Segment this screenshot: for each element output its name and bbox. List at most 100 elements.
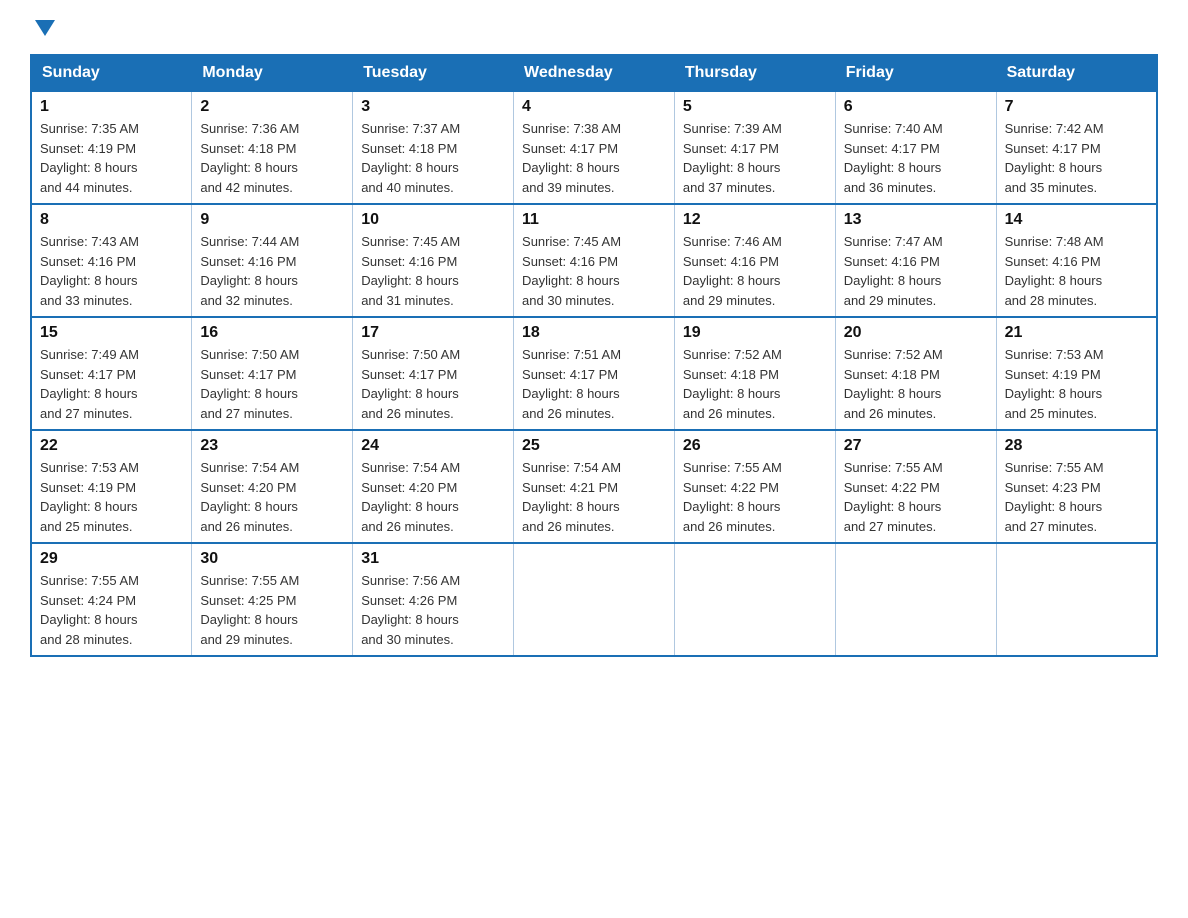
day-info: Sunrise: 7:55 AMSunset: 4:22 PMDaylight:… bbox=[844, 458, 988, 536]
calendar-cell: 21 Sunrise: 7:53 AMSunset: 4:19 PMDayligh… bbox=[996, 317, 1157, 430]
logo-triangle-icon bbox=[35, 20, 55, 36]
day-number: 21 bbox=[1005, 324, 1148, 342]
day-number: 16 bbox=[200, 324, 344, 342]
calendar-cell: 12 Sunrise: 7:46 AMSunset: 4:16 PMDayligh… bbox=[674, 204, 835, 317]
day-info: Sunrise: 7:42 AMSunset: 4:17 PMDaylight:… bbox=[1005, 119, 1148, 197]
day-info: Sunrise: 7:55 AMSunset: 4:25 PMDaylight:… bbox=[200, 571, 344, 649]
day-info: Sunrise: 7:38 AMSunset: 4:17 PMDaylight:… bbox=[522, 119, 666, 197]
day-number: 7 bbox=[1005, 98, 1148, 116]
day-number: 2 bbox=[200, 98, 344, 116]
calendar-cell: 28Sunrise: 7:55 AMSunset: 4:23 PMDayligh… bbox=[996, 430, 1157, 543]
day-number: 8 bbox=[40, 211, 183, 229]
logo-blue-text bbox=[30, 20, 55, 36]
day-info: Sunrise: 7:50 AMSunset: 4:17 PMDaylight:… bbox=[200, 345, 344, 423]
day-number: 1 bbox=[40, 98, 183, 116]
day-number: 19 bbox=[683, 324, 827, 342]
calendar-table: SundayMondayTuesdayWednesdayThursdayFrid… bbox=[30, 54, 1158, 657]
calendar-cell: 19 Sunrise: 7:52 AMSunset: 4:18 PMDayligh… bbox=[674, 317, 835, 430]
day-number: 6 bbox=[844, 98, 988, 116]
calendar-header-saturday: Saturday bbox=[996, 55, 1157, 91]
day-number: 14 bbox=[1005, 211, 1148, 229]
day-number: 29 bbox=[40, 550, 183, 568]
calendar-cell: 10 Sunrise: 7:45 AMSunset: 4:16 PMDayligh… bbox=[353, 204, 514, 317]
day-number: 27 bbox=[844, 437, 988, 455]
day-number: 31 bbox=[361, 550, 505, 568]
day-info: Sunrise: 7:50 AMSunset: 4:17 PMDaylight:… bbox=[361, 345, 505, 423]
day-info: Sunrise: 7:48 AMSunset: 4:16 PMDaylight:… bbox=[1005, 232, 1148, 310]
day-info: Sunrise: 7:47 AMSunset: 4:16 PMDaylight:… bbox=[844, 232, 988, 310]
day-number: 15 bbox=[40, 324, 183, 342]
calendar-cell bbox=[996, 543, 1157, 656]
day-number: 26 bbox=[683, 437, 827, 455]
calendar-week-row-1: 1 Sunrise: 7:35 AMSunset: 4:19 PMDaylight… bbox=[31, 91, 1157, 204]
day-info: Sunrise: 7:52 AMSunset: 4:18 PMDaylight:… bbox=[844, 345, 988, 423]
calendar-cell bbox=[835, 543, 996, 656]
calendar-cell: 30 Sunrise: 7:55 AMSunset: 4:25 PMDayligh… bbox=[192, 543, 353, 656]
calendar-cell: 3 Sunrise: 7:37 AMSunset: 4:18 PMDaylight… bbox=[353, 91, 514, 204]
day-number: 18 bbox=[522, 324, 666, 342]
calendar-cell: 13 Sunrise: 7:47 AMSunset: 4:16 PMDayligh… bbox=[835, 204, 996, 317]
calendar-cell: 5Sunrise: 7:39 AMSunset: 4:17 PMDaylight… bbox=[674, 91, 835, 204]
day-info: Sunrise: 7:52 AMSunset: 4:18 PMDaylight:… bbox=[683, 345, 827, 423]
day-number: 22 bbox=[40, 437, 183, 455]
calendar-cell: 24Sunrise: 7:54 AMSunset: 4:20 PMDayligh… bbox=[353, 430, 514, 543]
calendar-cell: 15 Sunrise: 7:49 AMSunset: 4:17 PMDayligh… bbox=[31, 317, 192, 430]
day-info: Sunrise: 7:37 AMSunset: 4:18 PMDaylight:… bbox=[361, 119, 505, 197]
day-number: 4 bbox=[522, 98, 666, 116]
day-number: 24 bbox=[361, 437, 505, 455]
page-header bbox=[30, 20, 1158, 36]
calendar-cell: 11Sunrise: 7:45 AMSunset: 4:16 PMDayligh… bbox=[514, 204, 675, 317]
calendar-header-thursday: Thursday bbox=[674, 55, 835, 91]
calendar-cell: 18 Sunrise: 7:51 AMSunset: 4:17 PMDayligh… bbox=[514, 317, 675, 430]
day-info: Sunrise: 7:54 AMSunset: 4:20 PMDaylight:… bbox=[200, 458, 344, 536]
day-info: Sunrise: 7:35 AMSunset: 4:19 PMDaylight:… bbox=[40, 119, 183, 197]
calendar-header-wednesday: Wednesday bbox=[514, 55, 675, 91]
calendar-header-tuesday: Tuesday bbox=[353, 55, 514, 91]
day-number: 13 bbox=[844, 211, 988, 229]
day-number: 17 bbox=[361, 324, 505, 342]
day-number: 28 bbox=[1005, 437, 1148, 455]
day-info: Sunrise: 7:55 AMSunset: 4:22 PMDaylight:… bbox=[683, 458, 827, 536]
calendar-cell: 2Sunrise: 7:36 AMSunset: 4:18 PMDaylight… bbox=[192, 91, 353, 204]
calendar-header-friday: Friday bbox=[835, 55, 996, 91]
day-number: 9 bbox=[200, 211, 344, 229]
day-number: 5 bbox=[683, 98, 827, 116]
day-number: 20 bbox=[844, 324, 988, 342]
day-info: Sunrise: 7:54 AMSunset: 4:21 PMDaylight:… bbox=[522, 458, 666, 536]
logo bbox=[30, 20, 55, 36]
day-number: 30 bbox=[200, 550, 344, 568]
day-number: 23 bbox=[200, 437, 344, 455]
calendar-cell: 8 Sunrise: 7:43 AMSunset: 4:16 PMDaylight… bbox=[31, 204, 192, 317]
day-info: Sunrise: 7:53 AMSunset: 4:19 PMDaylight:… bbox=[40, 458, 183, 536]
calendar-cell: 20 Sunrise: 7:52 AMSunset: 4:18 PMDayligh… bbox=[835, 317, 996, 430]
calendar-week-row-4: 22 Sunrise: 7:53 AMSunset: 4:19 PMDayligh… bbox=[31, 430, 1157, 543]
day-number: 3 bbox=[361, 98, 505, 116]
day-info: Sunrise: 7:44 AMSunset: 4:16 PMDaylight:… bbox=[200, 232, 344, 310]
day-info: Sunrise: 7:56 AMSunset: 4:26 PMDaylight:… bbox=[361, 571, 505, 649]
day-number: 12 bbox=[683, 211, 827, 229]
day-info: Sunrise: 7:55 AMSunset: 4:24 PMDaylight:… bbox=[40, 571, 183, 649]
day-number: 25 bbox=[522, 437, 666, 455]
calendar-week-row-3: 15 Sunrise: 7:49 AMSunset: 4:17 PMDayligh… bbox=[31, 317, 1157, 430]
calendar-cell: 26 Sunrise: 7:55 AMSunset: 4:22 PMDayligh… bbox=[674, 430, 835, 543]
day-info: Sunrise: 7:40 AMSunset: 4:17 PMDaylight:… bbox=[844, 119, 988, 197]
calendar-cell: 7 Sunrise: 7:42 AMSunset: 4:17 PMDaylight… bbox=[996, 91, 1157, 204]
calendar-cell: 31 Sunrise: 7:56 AMSunset: 4:26 PMDayligh… bbox=[353, 543, 514, 656]
calendar-cell: 4 Sunrise: 7:38 AMSunset: 4:17 PMDaylight… bbox=[514, 91, 675, 204]
day-info: Sunrise: 7:46 AMSunset: 4:16 PMDaylight:… bbox=[683, 232, 827, 310]
calendar-cell: 29 Sunrise: 7:55 AMSunset: 4:24 PMDayligh… bbox=[31, 543, 192, 656]
day-info: Sunrise: 7:49 AMSunset: 4:17 PMDaylight:… bbox=[40, 345, 183, 423]
day-info: Sunrise: 7:53 AMSunset: 4:19 PMDaylight:… bbox=[1005, 345, 1148, 423]
calendar-cell: 1 Sunrise: 7:35 AMSunset: 4:19 PMDaylight… bbox=[31, 91, 192, 204]
day-info: Sunrise: 7:45 AMSunset: 4:16 PMDaylight:… bbox=[361, 232, 505, 310]
calendar-cell: 9 Sunrise: 7:44 AMSunset: 4:16 PMDaylight… bbox=[192, 204, 353, 317]
calendar-header-row: SundayMondayTuesdayWednesdayThursdayFrid… bbox=[31, 55, 1157, 91]
calendar-cell bbox=[674, 543, 835, 656]
day-number: 10 bbox=[361, 211, 505, 229]
day-number: 11 bbox=[522, 211, 666, 229]
day-info: Sunrise: 7:43 AMSunset: 4:16 PMDaylight:… bbox=[40, 232, 183, 310]
day-info: Sunrise: 7:51 AMSunset: 4:17 PMDaylight:… bbox=[522, 345, 666, 423]
calendar-cell: 27 Sunrise: 7:55 AMSunset: 4:22 PMDayligh… bbox=[835, 430, 996, 543]
calendar-cell: 6 Sunrise: 7:40 AMSunset: 4:17 PMDaylight… bbox=[835, 91, 996, 204]
calendar-cell: 14 Sunrise: 7:48 AMSunset: 4:16 PMDayligh… bbox=[996, 204, 1157, 317]
